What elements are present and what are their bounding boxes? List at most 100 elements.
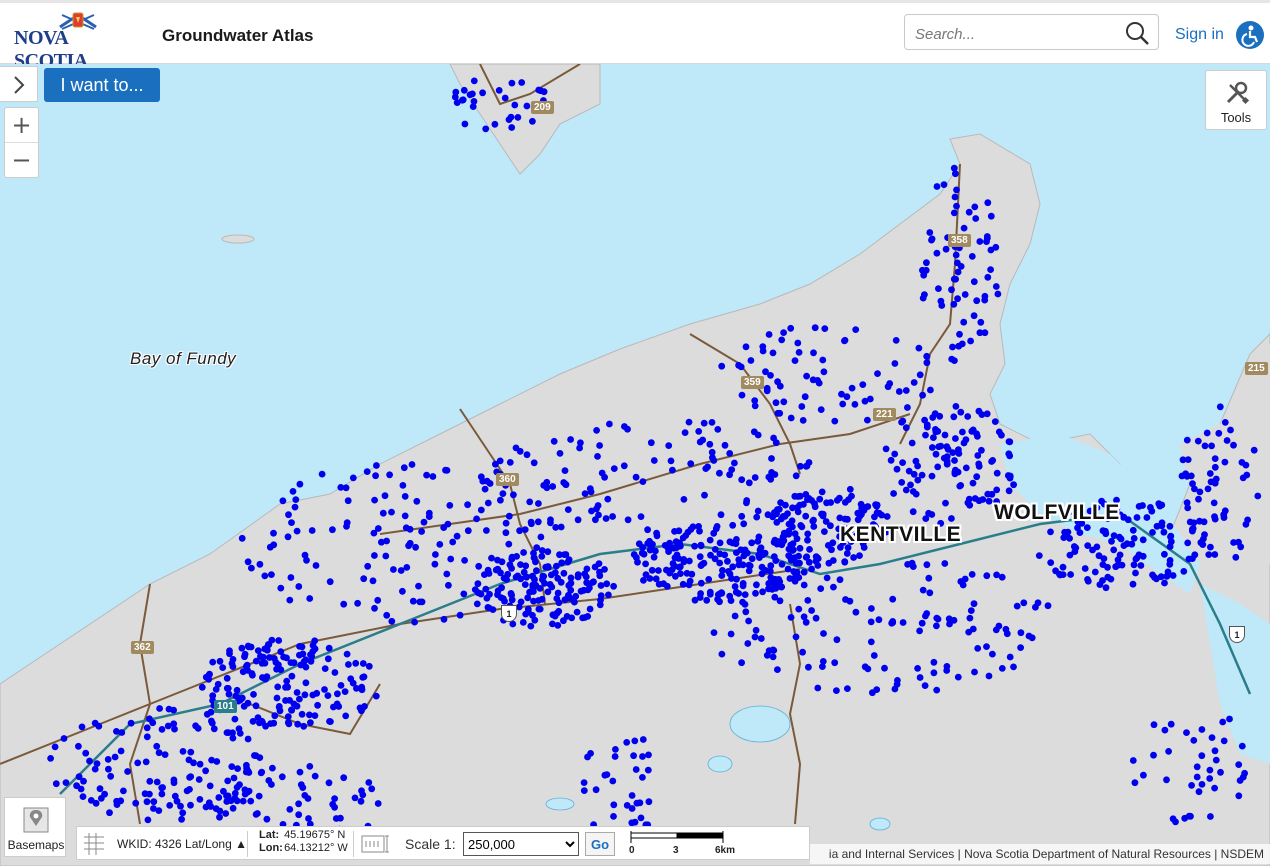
well-point[interactable] [296,695,303,703]
well-point[interactable] [124,768,131,775]
well-point[interactable] [731,612,739,620]
well-point[interactable] [285,720,293,728]
well-point[interactable] [508,591,515,599]
well-point[interactable] [230,774,238,782]
well-point[interactable] [1250,446,1258,454]
well-point[interactable] [229,663,237,670]
well-point[interactable] [1110,546,1118,554]
well-point[interactable] [1149,529,1156,536]
well-point[interactable] [521,526,529,533]
well-point[interactable] [1220,737,1228,745]
well-point[interactable] [143,733,151,741]
well-point[interactable] [623,739,631,746]
well-point[interactable] [158,726,166,733]
well-point[interactable] [605,591,612,599]
well-point[interactable] [321,686,328,693]
well-point[interactable] [970,600,978,608]
well-point[interactable] [926,589,934,597]
well-point[interactable] [474,580,482,588]
well-point[interactable] [718,362,726,370]
well-point[interactable] [962,436,970,444]
well-point[interactable] [950,616,958,624]
well-point[interactable] [773,519,781,526]
well-point[interactable] [505,540,513,548]
well-point[interactable] [118,729,126,736]
well-point[interactable] [928,511,936,518]
well-point[interactable] [418,528,425,535]
well-point[interactable] [933,686,941,694]
well-point[interactable] [241,653,248,661]
well-point[interactable] [706,536,714,544]
well-point[interactable] [623,802,631,809]
well-point[interactable] [82,749,90,757]
well-point[interactable] [881,664,888,672]
well-point[interactable] [560,479,568,486]
well-point[interactable] [300,722,308,730]
well-point[interactable] [471,586,479,593]
well-point[interactable] [940,181,948,188]
well-point[interactable] [1161,726,1169,734]
well-point[interactable] [343,650,351,658]
well-point[interactable] [91,765,99,773]
well-point[interactable] [971,495,979,502]
well-point[interactable] [738,512,746,520]
well-point[interactable] [273,694,281,702]
well-point[interactable] [719,567,726,574]
well-point[interactable] [186,774,194,781]
well-point[interactable] [948,515,955,522]
well-point[interactable] [107,772,115,780]
well-point[interactable] [970,312,978,320]
well-point[interactable] [951,275,958,283]
well-point[interactable] [596,572,604,580]
well-point[interactable] [952,251,960,259]
well-point[interactable] [787,324,795,332]
well-point[interactable] [956,330,963,338]
well-point[interactable] [302,679,310,687]
well-point[interactable] [798,523,806,531]
well-point[interactable] [587,750,594,757]
well-point[interactable] [814,684,822,692]
well-point[interactable] [819,356,827,364]
well-point[interactable] [1180,568,1188,575]
well-point[interactable] [177,802,184,810]
well-point[interactable] [916,371,924,379]
well-point[interactable] [899,459,906,466]
well-point[interactable] [882,445,890,453]
well-point[interactable] [1006,653,1014,661]
well-point[interactable] [1227,426,1234,434]
well-point[interactable] [104,756,112,763]
well-point[interactable] [447,555,455,563]
well-point[interactable] [628,792,636,799]
well-point[interactable] [325,779,333,787]
well-point[interactable] [399,482,407,489]
well-point[interactable] [1117,535,1125,543]
well-point[interactable] [257,769,265,777]
well-point[interactable] [873,502,881,510]
map-canvas[interactable] [0,64,1270,866]
well-point[interactable] [981,329,989,337]
well-point[interactable] [1104,563,1111,571]
well-point[interactable] [216,813,223,821]
well-point[interactable] [547,516,554,524]
well-point[interactable] [1184,456,1192,463]
well-point[interactable] [576,444,583,452]
well-point[interactable] [558,559,566,567]
well-point[interactable] [988,490,996,498]
well-point[interactable] [270,655,278,662]
well-point[interactable] [867,618,875,626]
well-point[interactable] [889,595,897,603]
well-point[interactable] [256,560,264,568]
well-point[interactable] [567,436,574,443]
well-point[interactable] [795,349,803,356]
well-point[interactable] [904,404,911,411]
well-point[interactable] [210,725,218,733]
well-point[interactable] [488,554,495,562]
well-point[interactable] [642,560,649,568]
well-point[interactable] [229,804,237,812]
well-point[interactable] [556,450,564,457]
well-point[interactable] [588,507,595,515]
wkid-dropdown[interactable]: WKID: 4326 Lat/Long ▲ [117,837,247,851]
well-point[interactable] [751,402,759,410]
well-point[interactable] [960,224,968,232]
well-point[interactable] [1129,757,1137,764]
